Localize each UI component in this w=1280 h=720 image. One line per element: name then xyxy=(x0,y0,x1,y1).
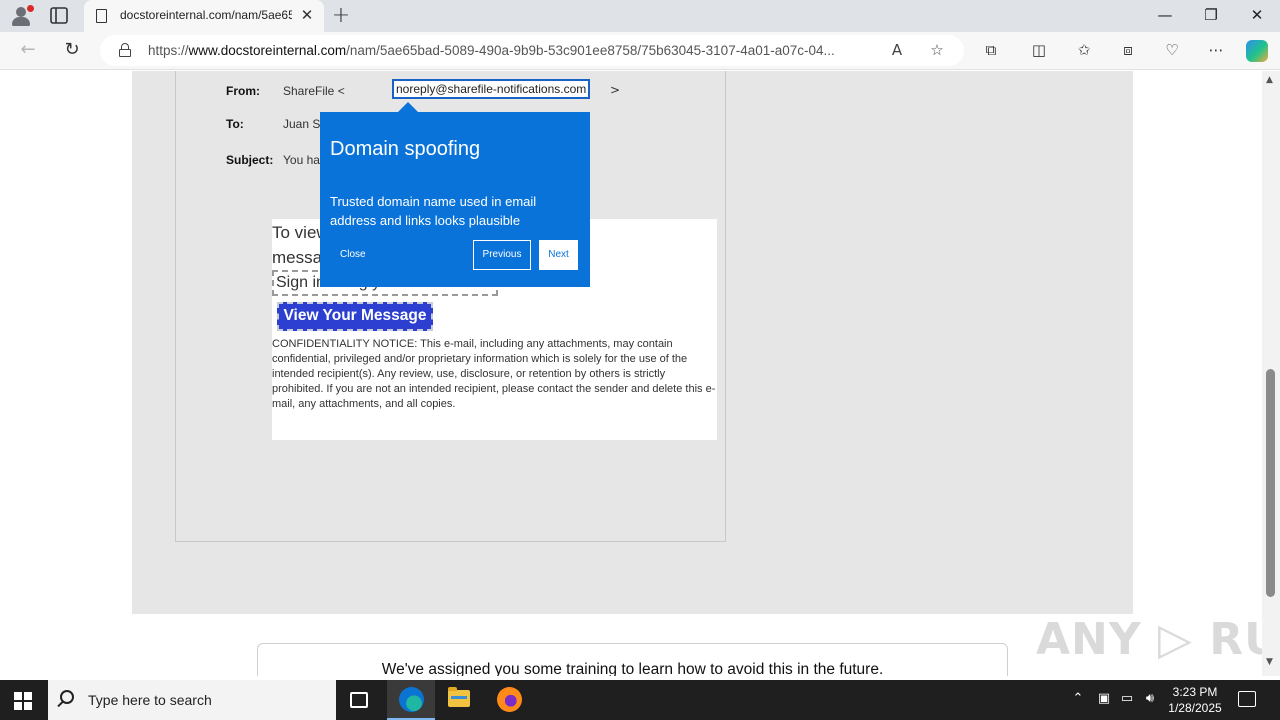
browser-essentials-icon[interactable]: ♡ xyxy=(1160,41,1184,59)
new-tab-button[interactable]: + xyxy=(330,3,352,28)
minimize-button[interactable]: — xyxy=(1150,6,1180,24)
tooltip-next-button[interactable]: Next xyxy=(539,240,578,270)
favorite-star-icon[interactable]: ☆ xyxy=(926,41,948,59)
tab-actions-icon[interactable] xyxy=(50,7,68,24)
windows-start-icon[interactable] xyxy=(14,692,32,710)
split-screen-icon[interactable]: ◫ xyxy=(1027,41,1051,59)
url-text[interactable]: https://www.docstoreinternal.com/nam/5ae… xyxy=(148,43,888,58)
taskbar-edge[interactable] xyxy=(387,680,435,720)
tab-close-icon[interactable]: ✕ xyxy=(298,6,316,24)
read-aloud-icon[interactable]: A xyxy=(886,41,908,59)
refresh-button[interactable]: ↻ xyxy=(60,39,84,60)
domain-spoofing-tooltip: Domain spoofing Trusted domain name used… xyxy=(320,102,590,287)
tooltip-title: Domain spoofing xyxy=(330,138,481,160)
tab-title: docstoreinternal.com/nam/5ae65bad-5089-4… xyxy=(120,8,292,22)
scroll-up-icon[interactable]: ▲ xyxy=(1266,75,1273,85)
tab-strip: docstoreinternal.com/nam/5ae65bad-5089-4… xyxy=(0,0,1280,32)
taskbar-firefox[interactable] xyxy=(485,680,533,720)
tooltip-text: Trusted domain name used in email addres… xyxy=(330,194,537,228)
from-name: ShareFile < xyxy=(283,84,345,98)
search-placeholder: Type here to search xyxy=(88,692,212,708)
anyrun-watermark: ANY ▷ RUN xyxy=(1036,614,1262,665)
folder-icon xyxy=(448,687,470,707)
browser-toolbar: ← ↻ https://www.docstoreinternal.com/nam… xyxy=(0,32,1280,70)
from-address-close: > xyxy=(610,83,621,97)
subject-value: You ha xyxy=(283,153,320,167)
windows-taskbar: Type here to search ⌃ ▣ ▭ 🔊︎ 3:23 PM 1/2… xyxy=(0,680,1280,720)
active-tab[interactable]: docstoreinternal.com/nam/5ae65bad-5089-4… xyxy=(84,0,324,32)
from-address-highlight[interactable]: noreply@sharefile-notifications.com xyxy=(392,79,591,99)
address-bar[interactable]: https://www.docstoreinternal.com/nam/5ae… xyxy=(100,35,964,66)
page-icon xyxy=(96,9,107,23)
volume-icon[interactable]: 🔊︎ xyxy=(1140,691,1160,706)
taskbar-clock[interactable]: 3:23 PM 1/28/2025 xyxy=(1162,684,1228,716)
back-button[interactable]: ← xyxy=(16,39,40,60)
training-banner: We've assigned you some training to lear… xyxy=(257,643,1008,676)
search-icon xyxy=(60,690,74,704)
lock-icon[interactable] xyxy=(119,43,131,57)
collections-icon[interactable]: ⧈ xyxy=(1116,41,1140,59)
taskbar-search-box[interactable]: Type here to search xyxy=(48,680,336,720)
view-message-button[interactable]: View Your Message xyxy=(277,302,433,331)
tray-overflow-icon[interactable]: ⌃ xyxy=(1068,691,1088,706)
network-icon[interactable]: ▭ xyxy=(1117,691,1137,706)
favorites-icon[interactable]: ✩ xyxy=(1072,41,1096,59)
tooltip-previous-button[interactable]: Previous xyxy=(473,240,531,270)
scroll-thumb[interactable] xyxy=(1266,369,1275,597)
page-scrollbar[interactable]: ▲ ▼ xyxy=(1262,71,1280,676)
notifications-icon[interactable] xyxy=(1238,691,1256,707)
training-text: We've assigned you some training to lear… xyxy=(381,661,884,676)
page-viewport: From: ShareFile < noreply@sharefile-noti… xyxy=(0,71,1262,676)
task-view-icon[interactable] xyxy=(350,692,368,708)
subject-label: Subject: xyxy=(226,153,274,167)
restore-button[interactable]: ❐ xyxy=(1196,6,1226,24)
confidentiality-notice: CONFIDENTIALITY NOTICE: This e-mail, inc… xyxy=(272,338,716,410)
clock-date: 1/28/2025 xyxy=(1168,701,1222,715)
edge-icon xyxy=(399,687,424,712)
taskbar-file-explorer[interactable] xyxy=(436,680,484,720)
from-label: From: xyxy=(226,84,260,98)
email-preview-area: From: ShareFile < noreply@sharefile-noti… xyxy=(132,71,1133,614)
tooltip-close-button[interactable]: Close xyxy=(340,249,366,260)
close-window-button[interactable]: ✕ xyxy=(1242,6,1272,24)
clock-time: 3:23 PM xyxy=(1172,685,1218,699)
more-menu-icon[interactable]: ⋯ xyxy=(1204,41,1228,59)
to-label: To: xyxy=(226,117,244,131)
copilot-icon[interactable] xyxy=(1246,40,1268,62)
scroll-down-icon[interactable]: ▼ xyxy=(1266,657,1273,667)
profile-icon[interactable] xyxy=(10,5,34,27)
firefox-icon xyxy=(497,687,522,712)
to-value: Juan S xyxy=(283,117,321,131)
tray-device-icon[interactable]: ▣ xyxy=(1094,691,1114,706)
extensions-icon[interactable]: ⧉ xyxy=(979,41,1003,59)
